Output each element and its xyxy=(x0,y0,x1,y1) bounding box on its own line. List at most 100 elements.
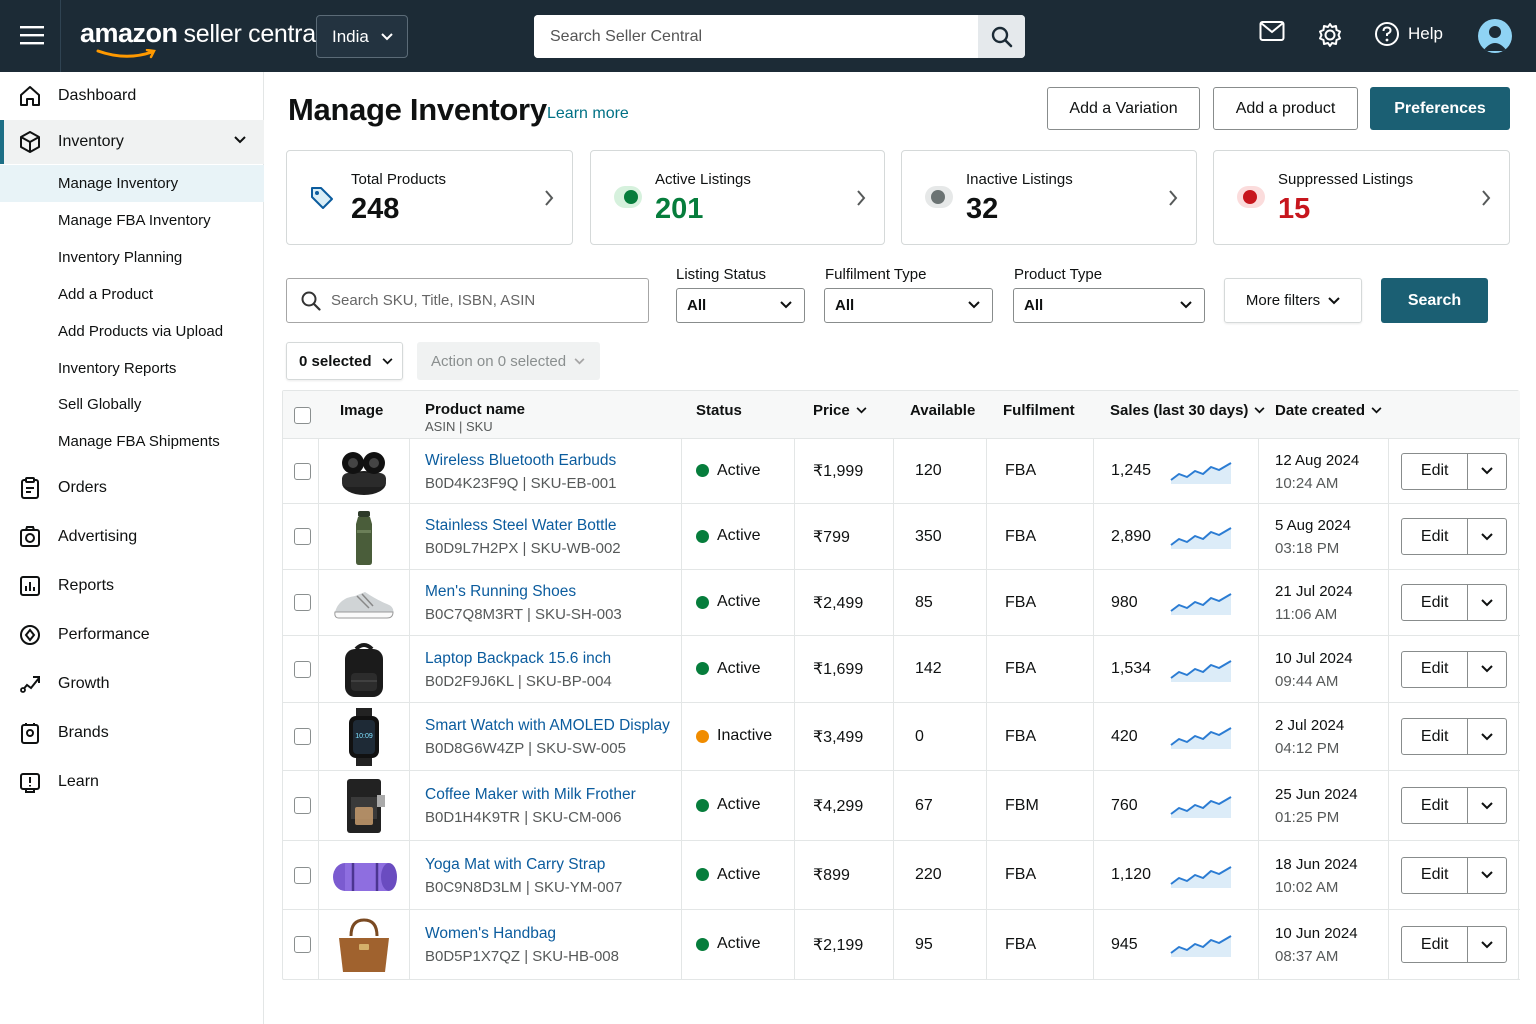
sidebar-item-inventory[interactable]: Inventory xyxy=(0,120,264,164)
row-checkbox[interactable] xyxy=(294,462,311,480)
column-divider xyxy=(409,910,410,979)
selection-count-dropdown[interactable]: 0 selected xyxy=(286,342,403,380)
product-name-link[interactable]: Men's Running Shoes xyxy=(425,583,576,601)
edit-button[interactable]: Edit xyxy=(1402,719,1469,754)
sidebar-subitem-inventory-planning[interactable]: Inventory Planning xyxy=(0,239,264,276)
header-sales[interactable]: Sales (last 30 days) xyxy=(1110,402,1265,419)
add-variation-button[interactable]: Add a Variation xyxy=(1047,87,1200,130)
sidebar-subitem-add-products-via-upload[interactable]: Add Products via Upload xyxy=(0,313,264,350)
country-selector[interactable]: India xyxy=(316,15,408,58)
total-products-card[interactable]: Total Products 248 xyxy=(286,150,573,245)
listing-status-select[interactable]: All xyxy=(676,288,805,323)
more-filters-button[interactable]: More filters xyxy=(1224,278,1362,323)
edit-dropdown-button[interactable] xyxy=(1468,454,1506,489)
user-avatar[interactable] xyxy=(1478,19,1512,53)
product-thumbnail[interactable] xyxy=(329,443,399,501)
learn-more-link[interactable]: Learn more xyxy=(547,105,629,123)
inactive-listings-card[interactable]: Inactive Listings 32 xyxy=(901,150,1197,245)
product-thumbnail[interactable] xyxy=(329,777,399,835)
edit-dropdown-button[interactable] xyxy=(1468,519,1506,554)
product-name-link[interactable]: Wireless Bluetooth Earbuds xyxy=(425,452,616,470)
row-checkbox[interactable] xyxy=(294,660,311,678)
sidebar-subitem-sell-globally[interactable]: Sell Globally xyxy=(0,386,264,423)
active-listings-card[interactable]: Active Listings 201 xyxy=(590,150,885,245)
bulk-action-dropdown[interactable]: Action on 0 selected xyxy=(417,342,600,380)
global-search-button[interactable] xyxy=(978,15,1025,58)
product-thumbnail[interactable] xyxy=(329,641,399,699)
edit-dropdown-button[interactable] xyxy=(1468,927,1506,962)
sales-cell: 945 xyxy=(1111,935,1138,953)
edit-button[interactable]: Edit xyxy=(1402,519,1469,554)
available-cell: 220 xyxy=(915,866,942,883)
column-divider xyxy=(1258,504,1259,569)
row-checkbox[interactable] xyxy=(294,936,311,953)
product-name-link[interactable]: Stainless Steel Water Bottle xyxy=(425,517,617,535)
product-name-link[interactable]: Women's Handbag xyxy=(425,925,556,943)
column-divider xyxy=(1093,841,1094,909)
sidebar-item-orders[interactable]: Orders xyxy=(0,466,264,510)
sidebar-subitem-manage-fba-shipments[interactable]: Manage FBA Shipments xyxy=(0,423,264,460)
header-price[interactable]: Price xyxy=(813,402,867,419)
product-name-link[interactable]: Smart Watch with AMOLED Display xyxy=(425,717,670,735)
sidebar-subitem-manage-inventory[interactable]: Manage Inventory xyxy=(0,165,264,202)
edit-dropdown-button[interactable] xyxy=(1468,858,1506,893)
sidebar-item-advertising[interactable]: Advertising xyxy=(0,515,264,559)
header-date-created[interactable]: Date created xyxy=(1275,402,1382,419)
edit-button[interactable]: Edit xyxy=(1402,857,1469,893)
row-checkbox[interactable] xyxy=(294,866,311,884)
card-title: Total Products xyxy=(351,171,447,188)
gear-icon[interactable] xyxy=(1317,22,1343,48)
row-checkbox[interactable] xyxy=(294,528,311,545)
edit-dropdown-button[interactable] xyxy=(1468,652,1506,687)
sidebar-item-reports[interactable]: Reports xyxy=(0,564,264,608)
product-thumbnail[interactable]: 10:09 xyxy=(329,708,399,766)
sidebar-item-dashboard[interactable]: Dashboard xyxy=(0,74,264,118)
row-checkbox[interactable] xyxy=(294,594,311,611)
row-checkbox[interactable] xyxy=(294,797,311,814)
edit-button-group: Edit xyxy=(1401,584,1507,621)
product-name-link[interactable]: Coffee Maker with Milk Frother xyxy=(425,786,636,804)
add-product-button[interactable]: Add a product xyxy=(1213,87,1358,130)
row-checkbox[interactable] xyxy=(294,728,311,745)
edit-button[interactable]: Edit xyxy=(1402,788,1469,823)
column-divider xyxy=(893,771,894,840)
edit-button[interactable]: Edit xyxy=(1402,585,1469,620)
help-link[interactable]: Help xyxy=(1374,21,1443,47)
product-name-link[interactable]: Yoga Mat with Carry Strap xyxy=(425,856,605,874)
sidebar-item-performance[interactable]: Performance xyxy=(0,613,264,657)
preferences-button[interactable]: Preferences xyxy=(1370,87,1510,130)
product-type-select[interactable]: All xyxy=(1013,288,1205,323)
sidebar-item-growth[interactable]: Growth xyxy=(0,662,264,706)
chevron-right-icon xyxy=(544,189,554,207)
search-button[interactable]: Search xyxy=(1381,278,1488,323)
edit-dropdown-button[interactable] xyxy=(1468,788,1506,823)
mail-icon[interactable] xyxy=(1259,20,1285,42)
sidebar-item-brands[interactable]: Brands xyxy=(0,711,264,755)
edit-button[interactable]: Edit xyxy=(1402,453,1469,489)
select-all-checkbox[interactable] xyxy=(294,407,311,424)
product-thumbnail[interactable] xyxy=(329,916,399,974)
edit-button[interactable]: Edit xyxy=(1402,927,1469,962)
product-thumbnail[interactable] xyxy=(329,508,399,566)
product-thumbnail[interactable] xyxy=(329,847,399,905)
fulfilment-type-select[interactable]: All xyxy=(824,288,993,323)
sidebar-subitem-add-a-product[interactable]: Add a Product xyxy=(0,276,264,313)
product-asin-sku: B0D4K23F9Q | SKU-EB-001 xyxy=(425,474,617,492)
suppressed-listings-card[interactable]: Suppressed Listings 15 xyxy=(1213,150,1510,245)
product-name-link[interactable]: Laptop Backpack 15.6 inch xyxy=(425,650,611,668)
edit-button[interactable]: Edit xyxy=(1402,651,1469,687)
amazon-seller-central-logo[interactable]: amazon seller central xyxy=(80,18,321,49)
edit-dropdown-button[interactable] xyxy=(1468,719,1506,754)
edit-dropdown-button[interactable] xyxy=(1468,585,1506,620)
global-search-input[interactable] xyxy=(534,15,978,58)
product-thumbnail[interactable] xyxy=(329,574,399,632)
chevron-down-icon xyxy=(1481,665,1493,673)
column-divider xyxy=(1093,636,1094,702)
hamburger-menu-icon[interactable] xyxy=(20,24,46,48)
sidebar-subitem-manage-fba-inventory[interactable]: Manage FBA Inventory xyxy=(0,202,264,239)
sidebar-item-learn[interactable]: Learn xyxy=(0,760,264,804)
edit-button-group: Edit xyxy=(1401,787,1507,824)
sidebar-subitem-inventory-reports[interactable]: Inventory Reports xyxy=(0,350,264,387)
price-cell: ₹1,999 xyxy=(813,463,864,480)
inventory-search-input[interactable] xyxy=(331,292,631,309)
